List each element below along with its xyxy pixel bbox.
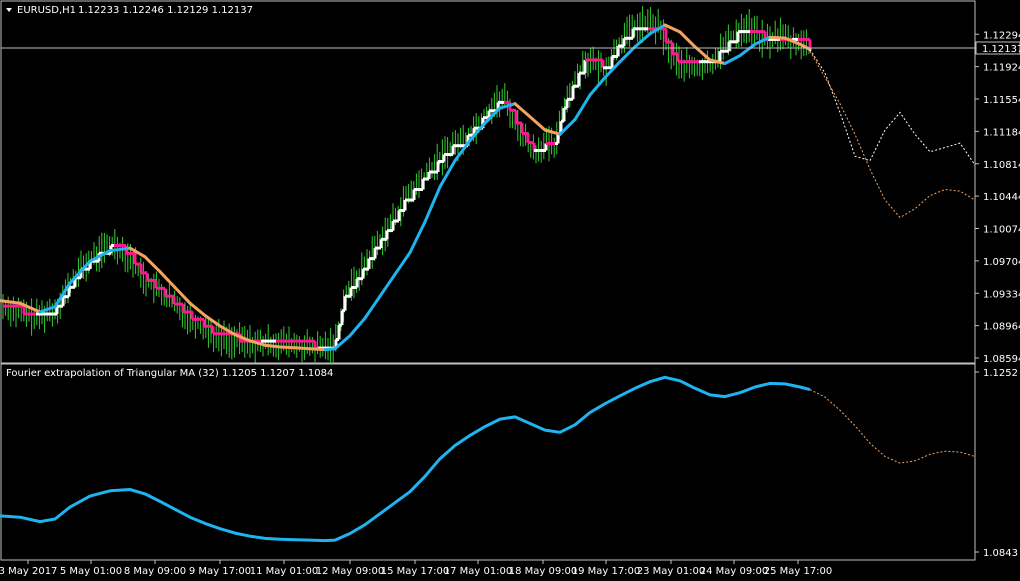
time-tick-label: 25 May 17:00 (764, 566, 833, 577)
time-tick-label: 5 May 01:00 (60, 566, 122, 577)
price-tick-label: 1.08594 (983, 354, 1020, 365)
price-tick-label: 1.11554 (983, 95, 1020, 106)
price-tick-label: 1.11184 (983, 127, 1020, 138)
time-tick-label: 18 May 09:00 (509, 566, 578, 577)
chart-background (0, 0, 1020, 581)
time-tick-label: 9 May 17:00 (189, 566, 251, 577)
header-symbol: EURUSD,H1 (17, 5, 76, 16)
time-tick-label: 8 May 09:00 (124, 566, 186, 577)
price-tick-label: 1.09704 (983, 257, 1020, 268)
indicator-tick-label: 1.0843 (983, 548, 1018, 559)
chart-window: EURUSD,H1 1.12233 1.12246 1.12129 1.1213… (0, 0, 1020, 581)
tma-segment (278, 345, 297, 350)
header-ohlc: 1.12233 1.12246 1.12129 1.12137 (78, 5, 253, 16)
indicator-tick-label: 1.1252 (983, 368, 1018, 379)
time-tick-label: 3 May 2017 (0, 566, 57, 577)
tma-segment (768, 35, 787, 40)
time-tick-label: 23 May 01:00 (637, 566, 706, 577)
price-tick-label: 1.09334 (983, 289, 1020, 300)
tma-segment (323, 347, 337, 352)
time-tick-label: 12 May 09:00 (316, 566, 385, 577)
price-tick-label: 1.10814 (983, 160, 1020, 171)
time-tick-label: 11 May 01:00 (250, 566, 319, 577)
time-tick-label: 17 May 01:00 (444, 566, 513, 577)
tma-segment (293, 346, 312, 351)
time-tick-label: 15 May 17:00 (381, 566, 450, 577)
time-tick-label: 19 May 17:00 (572, 566, 641, 577)
tma-segment (308, 347, 327, 352)
tma-segment (263, 343, 282, 349)
price-tick-label: 1.10444 (983, 192, 1020, 203)
current-price-label: 1.12137 (982, 44, 1020, 55)
current-price-tag: 1.12137 (975, 41, 1020, 55)
price-tick-label: 1.10074 (983, 225, 1020, 236)
price-tick-label: 1.08964 (983, 322, 1020, 333)
time-tick-label: 24 May 09:00 (700, 566, 769, 577)
price-tick-label: 1.12294 (983, 30, 1020, 41)
price-tick-label: 1.11924 (983, 63, 1020, 74)
indicator-label: Fourier extrapolation of Triangular MA (… (6, 368, 333, 379)
chart-header: EURUSD,H1 1.12233 1.12246 1.12129 1.1213… (6, 5, 253, 16)
